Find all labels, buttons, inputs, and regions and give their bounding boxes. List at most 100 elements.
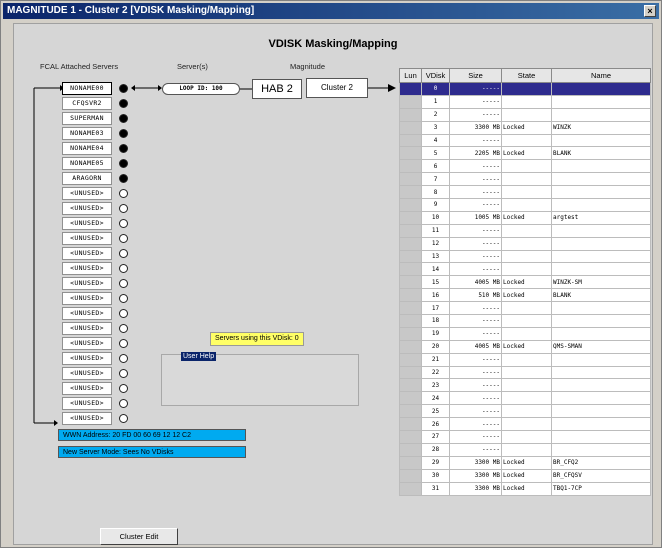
table-row[interactable]: 25 ----- bbox=[399, 404, 651, 419]
table-row[interactable]: 2 ----- bbox=[399, 107, 651, 122]
server-name[interactable]: ARAGORN bbox=[62, 172, 112, 185]
unattached-dot-icon[interactable] bbox=[119, 414, 128, 423]
attached-dot-icon[interactable] bbox=[119, 174, 128, 183]
table-row[interactable]: 16 510 MB Locked BLANK bbox=[399, 288, 651, 303]
unattached-dot-icon[interactable] bbox=[119, 324, 128, 333]
server-item[interactable]: CFQSVR2 bbox=[62, 97, 128, 110]
unattached-dot-icon[interactable] bbox=[119, 189, 128, 198]
table-row[interactable]: 26 ----- bbox=[399, 417, 651, 432]
server-item[interactable]: <UNUSED> bbox=[62, 262, 128, 275]
server-name[interactable]: NONAME00 bbox=[62, 82, 112, 95]
table-row[interactable]: 18 ----- bbox=[399, 314, 651, 328]
table-row[interactable]: 22 ----- bbox=[399, 365, 651, 380]
table-row[interactable]: 17 ----- bbox=[399, 301, 651, 316]
server-name[interactable]: <UNUSED> bbox=[62, 217, 112, 230]
server-name[interactable]: <UNUSED> bbox=[62, 412, 112, 425]
server-name[interactable]: <UNUSED> bbox=[62, 232, 112, 245]
unattached-dot-icon[interactable] bbox=[119, 384, 128, 393]
table-row[interactable]: 4 ----- bbox=[399, 133, 651, 148]
server-item[interactable]: <UNUSED> bbox=[62, 367, 128, 380]
server-item[interactable]: <UNUSED> bbox=[62, 187, 128, 200]
server-name[interactable]: NONAME03 bbox=[62, 127, 112, 140]
table-row[interactable]: 15 4005 MB Locked WINZK-SM bbox=[399, 275, 651, 290]
server-item[interactable]: <UNUSED> bbox=[62, 232, 128, 245]
table-row[interactable]: 31 3300 MB Locked TBQ1-7CP bbox=[399, 481, 651, 496]
table-row[interactable]: 1 ----- bbox=[399, 94, 651, 109]
server-item[interactable]: <UNUSED> bbox=[62, 352, 128, 365]
table-row[interactable]: 28 ----- bbox=[399, 442, 651, 457]
server-item[interactable]: <UNUSED> bbox=[62, 217, 128, 230]
table-row[interactable]: 24 ----- bbox=[399, 391, 651, 406]
server-item[interactable]: <UNUSED> bbox=[62, 292, 128, 305]
unattached-dot-icon[interactable] bbox=[119, 354, 128, 363]
server-item[interactable]: SUPERMAN bbox=[62, 112, 128, 125]
server-item[interactable]: NONAME04 bbox=[62, 142, 128, 155]
attached-dot-icon[interactable] bbox=[119, 159, 128, 168]
table-row[interactable]: 8 ----- bbox=[399, 185, 651, 200]
column-header[interactable]: Lun bbox=[399, 68, 422, 83]
server-name[interactable]: <UNUSED> bbox=[62, 382, 112, 395]
server-name[interactable]: CFQSVR2 bbox=[62, 97, 112, 110]
server-name[interactable]: <UNUSED> bbox=[62, 337, 112, 350]
table-row[interactable]: 5 2205 MB Locked BLANK bbox=[399, 146, 651, 161]
unattached-dot-icon[interactable] bbox=[119, 249, 128, 258]
server-name[interactable]: NONAME04 bbox=[62, 142, 112, 155]
server-name[interactable]: <UNUSED> bbox=[62, 352, 112, 365]
unattached-dot-icon[interactable] bbox=[119, 369, 128, 378]
server-name[interactable]: <UNUSED> bbox=[62, 202, 112, 215]
table-row[interactable]: 19 ----- bbox=[399, 326, 651, 341]
table-row[interactable]: 7 ----- bbox=[399, 172, 651, 187]
unattached-dot-icon[interactable] bbox=[119, 309, 128, 318]
table-row[interactable]: 21 ----- bbox=[399, 352, 651, 367]
server-item[interactable]: ARAGORN bbox=[62, 172, 128, 185]
server-item[interactable]: <UNUSED> bbox=[62, 277, 128, 290]
server-item[interactable]: <UNUSED> bbox=[62, 202, 128, 215]
hab-box[interactable]: HAB 2 bbox=[252, 79, 302, 99]
close-button[interactable]: × bbox=[644, 5, 656, 17]
table-row[interactable]: 29 3300 MB Locked BR_CFQ2 bbox=[399, 455, 651, 470]
server-item[interactable]: <UNUSED> bbox=[62, 337, 128, 350]
unattached-dot-icon[interactable] bbox=[119, 339, 128, 348]
attached-dot-icon[interactable] bbox=[119, 99, 128, 108]
server-name[interactable]: <UNUSED> bbox=[62, 397, 112, 410]
table-row[interactable]: 13 ----- bbox=[399, 249, 651, 264]
server-name[interactable]: <UNUSED> bbox=[62, 322, 112, 335]
server-name[interactable]: <UNUSED> bbox=[62, 187, 112, 200]
unattached-dot-icon[interactable] bbox=[119, 399, 128, 408]
unattached-dot-icon[interactable] bbox=[119, 264, 128, 273]
server-item[interactable]: NONAME00 bbox=[62, 82, 128, 95]
server-item[interactable]: NONAME05 bbox=[62, 157, 128, 170]
table-row[interactable]: 6 ----- bbox=[399, 159, 651, 174]
server-item[interactable]: <UNUSED> bbox=[62, 397, 128, 410]
attached-dot-icon[interactable] bbox=[119, 129, 128, 138]
table-row[interactable]: 20 4005 MB Locked QMS-SMAN bbox=[399, 339, 651, 354]
table-row[interactable]: 27 ----- bbox=[399, 430, 651, 444]
server-name[interactable]: NONAME05 bbox=[62, 157, 112, 170]
server-name[interactable]: <UNUSED> bbox=[62, 367, 112, 380]
column-header[interactable]: Name bbox=[551, 68, 651, 83]
table-row[interactable]: 14 ----- bbox=[399, 262, 651, 277]
server-item[interactable]: <UNUSED> bbox=[62, 382, 128, 395]
table-row[interactable]: 0 ----- bbox=[399, 82, 651, 96]
server-name[interactable]: <UNUSED> bbox=[62, 307, 112, 320]
attached-dot-icon[interactable] bbox=[119, 144, 128, 153]
server-name[interactable]: <UNUSED> bbox=[62, 262, 112, 275]
server-item[interactable]: <UNUSED> bbox=[62, 322, 128, 335]
attached-dot-icon[interactable] bbox=[119, 84, 128, 93]
table-row[interactable]: 12 ----- bbox=[399, 236, 651, 251]
table-row[interactable]: 10 1005 MB Locked argtest bbox=[399, 210, 651, 225]
server-item[interactable]: <UNUSED> bbox=[62, 307, 128, 320]
server-item[interactable]: <UNUSED> bbox=[62, 247, 128, 260]
column-header[interactable]: VDisk bbox=[421, 68, 450, 83]
table-row[interactable]: 23 ----- bbox=[399, 378, 651, 393]
unattached-dot-icon[interactable] bbox=[119, 279, 128, 288]
server-name[interactable]: SUPERMAN bbox=[62, 112, 112, 125]
table-row[interactable]: 9 ----- bbox=[399, 198, 651, 212]
server-item[interactable]: NONAME03 bbox=[62, 127, 128, 140]
server-item[interactable]: <UNUSED> bbox=[62, 412, 128, 425]
server-name[interactable]: <UNUSED> bbox=[62, 292, 112, 305]
table-row[interactable]: 11 ----- bbox=[399, 223, 651, 238]
table-row[interactable]: 3 3300 MB Locked WINZK bbox=[399, 120, 651, 135]
cluster-edit-button[interactable]: Cluster Edit bbox=[100, 528, 178, 545]
unattached-dot-icon[interactable] bbox=[119, 204, 128, 213]
